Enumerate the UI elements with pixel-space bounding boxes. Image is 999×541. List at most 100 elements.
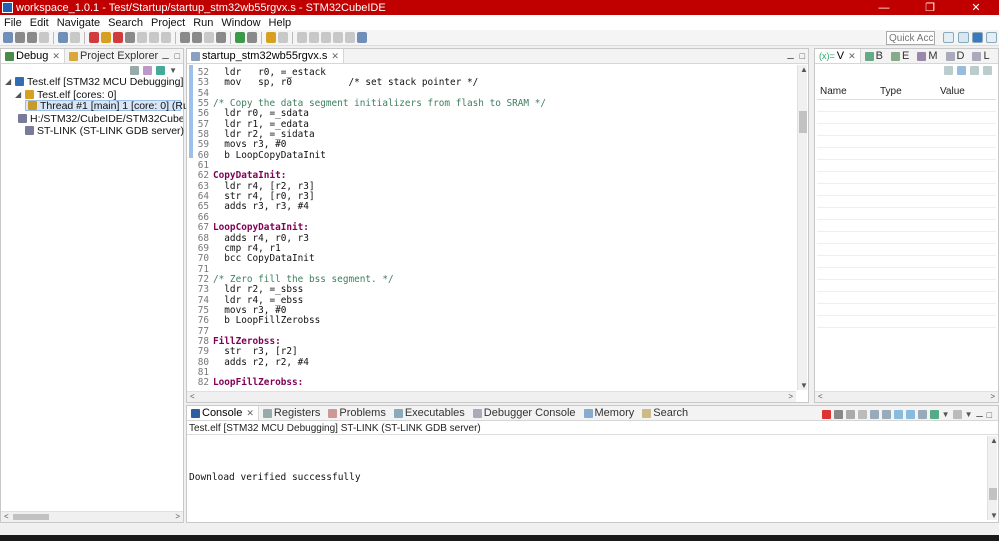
maximize-icon[interactable]: □ xyxy=(175,51,180,62)
column-value[interactable]: Value xyxy=(940,86,965,97)
save-icon[interactable] xyxy=(15,32,25,43)
perspective-cpp-icon[interactable] xyxy=(958,32,969,43)
menu-help[interactable]: Help xyxy=(265,17,296,29)
close-icon[interactable]: ✕ xyxy=(52,51,60,62)
tab-console[interactable]: Console ✕ xyxy=(187,406,259,420)
code-line[interactable]: 53 mov sp, r0 /* set stack pointer */ xyxy=(195,77,794,88)
forward-icon[interactable] xyxy=(345,32,355,43)
step-over-icon[interactable] xyxy=(149,32,159,43)
view-menu-icon[interactable]: ▼ xyxy=(169,66,177,75)
debug-icon[interactable] xyxy=(235,32,245,43)
scroll-thumb[interactable] xyxy=(989,488,997,500)
menu-run[interactable]: Run xyxy=(189,17,217,29)
tab-live-expressions[interactable]: L xyxy=(968,49,993,63)
tab-breakpoints[interactable]: B xyxy=(861,49,887,63)
skip-breakpoints-icon[interactable] xyxy=(58,32,68,43)
variables-horizontal-scrollbar[interactable]: < > xyxy=(815,391,998,402)
show-logical-icon[interactable] xyxy=(957,66,966,75)
tab-startup-file[interactable]: startup_stm32wb55rgvx.s ✕ xyxy=(187,49,344,63)
last-edit-icon[interactable] xyxy=(321,32,331,43)
collapse-all-icon[interactable] xyxy=(130,66,140,75)
tab-search[interactable]: Search xyxy=(638,406,692,420)
scroll-right-icon[interactable]: > xyxy=(788,392,793,401)
console-vertical-scrollbar[interactable]: ▲ ▼ xyxy=(987,436,998,520)
editor-vertical-scrollbar[interactable]: ▲ ▼ xyxy=(797,65,808,390)
code-line[interactable]: 77 xyxy=(195,326,794,337)
column-type[interactable]: Type xyxy=(880,86,902,97)
disconnect-icon[interactable] xyxy=(125,32,135,43)
reset-icon[interactable] xyxy=(204,32,214,43)
code-line[interactable]: 73 ldr r2, =_sbss xyxy=(195,284,794,295)
clear-console-icon[interactable] xyxy=(857,410,867,419)
scroll-left-icon[interactable]: < xyxy=(818,392,823,401)
maximize-icon[interactable]: □ xyxy=(987,410,992,420)
scroll-thumb[interactable] xyxy=(13,514,49,520)
close-button[interactable]: ✕ xyxy=(953,0,999,15)
step-return-icon[interactable] xyxy=(161,32,171,43)
scroll-right-icon[interactable]: > xyxy=(175,512,180,521)
code-line[interactable]: 82 LoopFillZerobss: xyxy=(195,377,794,388)
show-on-error-icon[interactable] xyxy=(905,410,915,419)
quick-access-input[interactable] xyxy=(886,31,935,45)
minimize-icon[interactable]: ⚊ xyxy=(786,51,794,62)
menu-window[interactable]: Window xyxy=(217,17,264,29)
code-line[interactable]: 60 b LoopCopyDataInit xyxy=(195,150,794,161)
display-console-icon[interactable] xyxy=(929,410,939,419)
tab-variables[interactable]: (x)= V ✕ xyxy=(815,49,861,63)
minimize-icon[interactable]: ⚊ xyxy=(975,409,983,420)
scroll-down-icon[interactable]: ▼ xyxy=(800,381,808,390)
tab-debug[interactable]: Debug ✕ xyxy=(1,49,65,63)
dropdown-icon[interactable]: ▼ xyxy=(965,410,973,419)
expand-icon[interactable]: ◢ xyxy=(5,77,12,86)
expand-icon[interactable]: ◢ xyxy=(15,90,22,99)
tab-project-explorer[interactable]: Project Explorer xyxy=(65,49,162,63)
column-name[interactable]: Name xyxy=(820,86,847,97)
scroll-right-icon[interactable]: > xyxy=(990,392,995,401)
editor-horizontal-scrollbar[interactable]: < > xyxy=(187,391,796,402)
menu-project[interactable]: Project xyxy=(147,17,189,29)
perspective-open-icon[interactable] xyxy=(943,32,954,43)
terminate-red-icon[interactable] xyxy=(113,32,123,43)
maximize-button[interactable]: ❐ xyxy=(907,0,953,15)
tree-item-stlink[interactable]: ST-LINK (ST-LINK GDB server) xyxy=(15,125,184,137)
debug-horizontal-scrollbar[interactable]: < > xyxy=(1,511,183,522)
close-icon[interactable]: ✕ xyxy=(331,51,339,62)
print-icon[interactable] xyxy=(39,32,49,43)
back-icon[interactable] xyxy=(333,32,343,43)
dropdown-icon[interactable]: ▼ xyxy=(942,410,950,419)
tree-item-thread[interactable]: Thread #1 [main] 1 [core: 0] (Running) xyxy=(25,100,218,112)
instruction-step-icon[interactable] xyxy=(180,32,190,43)
pin-console-icon[interactable] xyxy=(917,410,927,419)
collapse-all-icon[interactable] xyxy=(970,66,979,75)
debug-dropdown-icon[interactable] xyxy=(247,32,257,43)
terminate-icon[interactable] xyxy=(70,32,80,43)
menu-edit[interactable]: Edit xyxy=(26,17,53,29)
suspend-icon[interactable] xyxy=(101,32,111,43)
code-line[interactable]: 68 adds r4, r0, r3 xyxy=(195,233,794,244)
maximize-icon[interactable]: □ xyxy=(800,51,805,62)
show-type-icon[interactable] xyxy=(944,66,953,75)
restart-icon[interactable] xyxy=(192,32,202,43)
next-annotation-icon[interactable] xyxy=(297,32,307,43)
external-tools-icon[interactable] xyxy=(266,32,276,43)
close-icon[interactable]: ✕ xyxy=(246,408,254,419)
step-into-icon[interactable] xyxy=(137,32,147,43)
scroll-up-icon[interactable]: ▲ xyxy=(800,65,808,74)
show-on-output-icon[interactable] xyxy=(893,410,903,419)
tree-item-process[interactable]: ◢ Test.elf [cores: 0] xyxy=(15,89,116,101)
perspective-debug-icon[interactable] xyxy=(972,32,983,43)
tab-executables[interactable]: Executables xyxy=(390,406,469,420)
menu-search[interactable]: Search xyxy=(104,17,147,29)
tab-expressions[interactable]: E xyxy=(887,49,913,63)
minimize-icon[interactable]: ⚊ xyxy=(161,51,169,62)
terminate-icon[interactable] xyxy=(821,410,831,419)
code-line[interactable]: 70 bcc CopyDataInit xyxy=(195,253,794,264)
menu-navigate[interactable]: Navigate xyxy=(53,17,104,29)
code-area[interactable]: 52 ldr r0, =_estack 53 mov sp, r0 /* set … xyxy=(195,67,794,389)
prev-annotation-icon[interactable] xyxy=(309,32,319,43)
link-icon[interactable] xyxy=(143,66,153,75)
open-console-icon[interactable] xyxy=(952,410,962,419)
tab-registers[interactable]: Registers xyxy=(259,406,324,420)
code-line[interactable]: 76 b LoopFillZerobss xyxy=(195,315,794,326)
scroll-down-icon[interactable]: ▼ xyxy=(990,511,998,520)
